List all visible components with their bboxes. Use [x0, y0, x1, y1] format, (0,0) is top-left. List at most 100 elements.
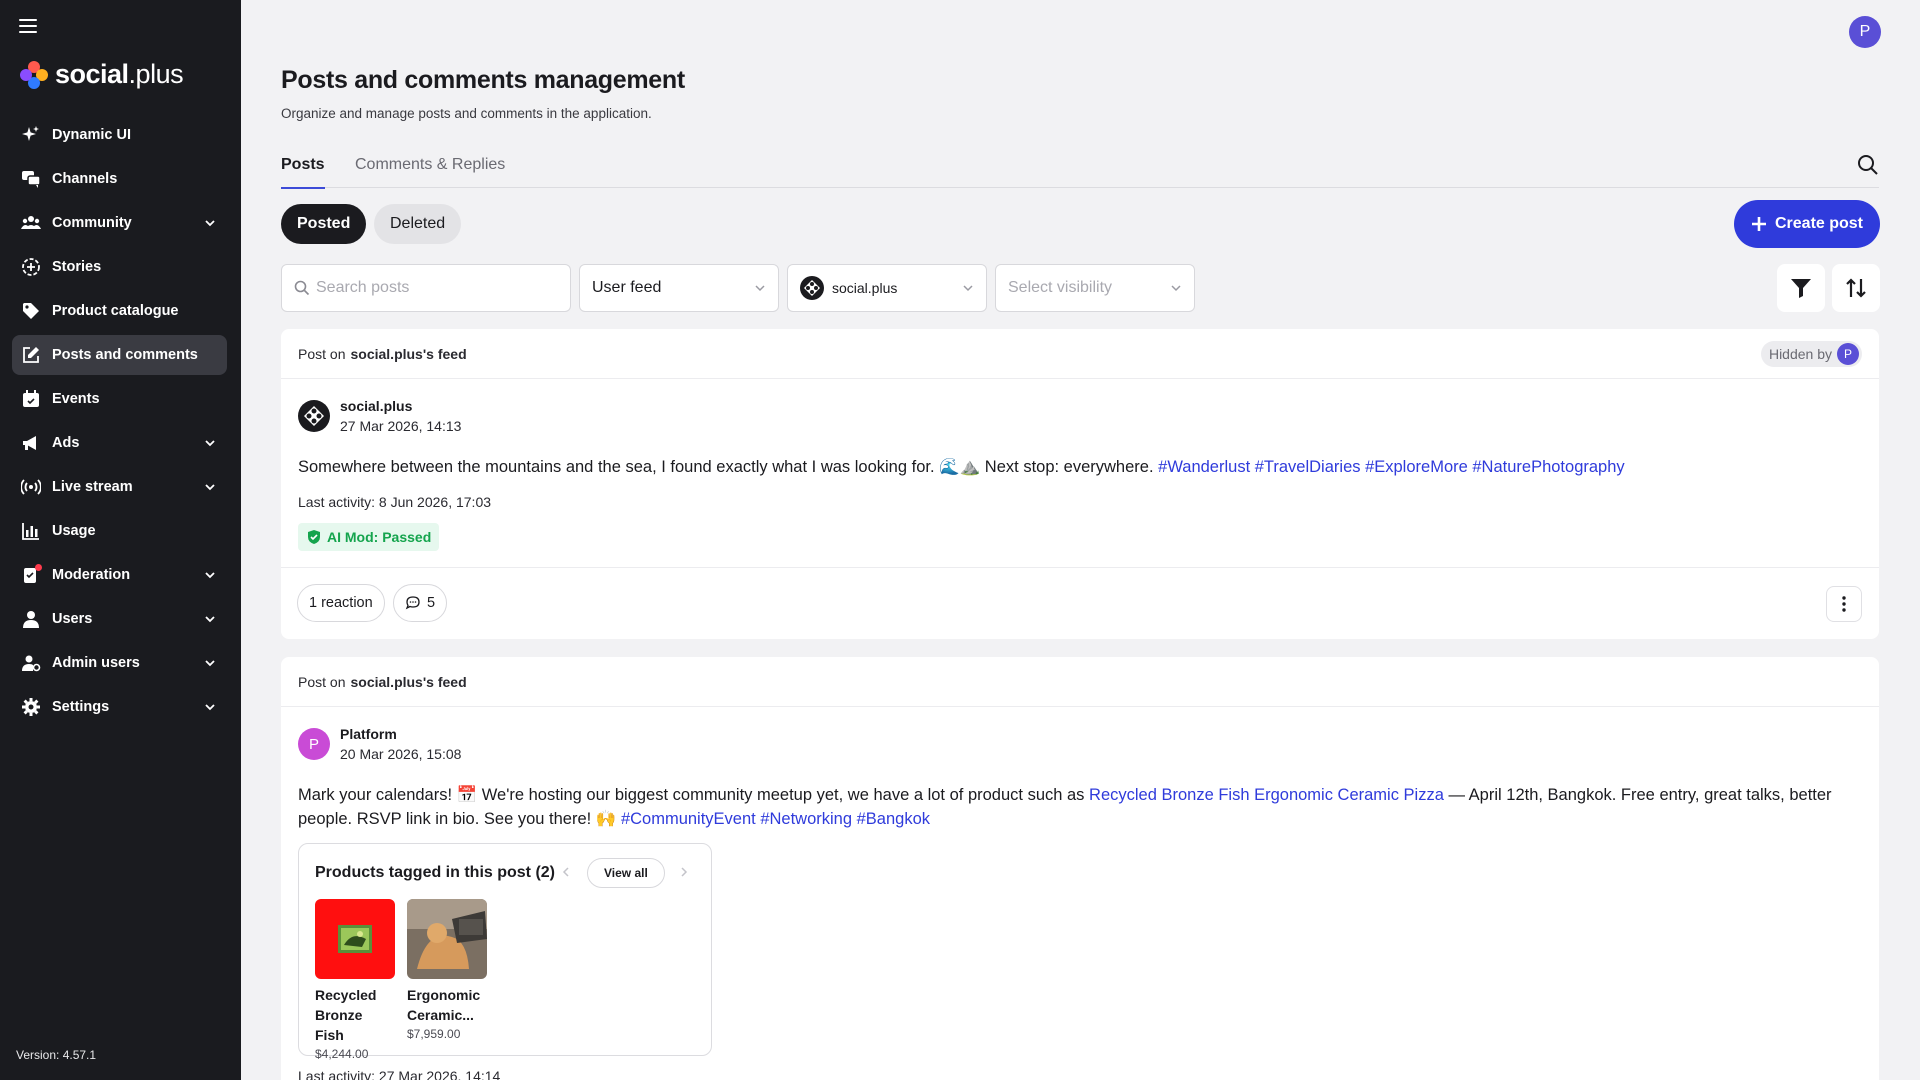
- view-all-button[interactable]: View all: [587, 858, 665, 888]
- author-name[interactable]: Platform: [340, 726, 461, 742]
- notification-dot: [35, 564, 42, 571]
- post-card: Post on social.plus's feed P Platform 20 …: [281, 657, 1879, 1080]
- post-date: 20 Mar 2026, 15:08: [340, 746, 462, 762]
- sidebar-item-moderation[interactable]: Moderation: [12, 555, 227, 595]
- feed-name: social.plus's feed: [350, 345, 467, 362]
- broadcast-icon: [20, 476, 42, 498]
- chevron-down-icon: [755, 285, 765, 292]
- feed-prefix: Post on: [298, 345, 346, 362]
- sidebar-item-label: Admin users: [52, 655, 140, 671]
- sidebar-item-label: Dynamic UI: [52, 127, 131, 143]
- chevron-right-icon[interactable]: [677, 865, 691, 879]
- create-post-label: Create post: [1774, 215, 1864, 232]
- sidebar-item-posts-and-comments[interactable]: Posts and comments: [12, 335, 227, 375]
- tab-bar: Posts Comments & Replies: [281, 150, 1879, 189]
- avatar: P: [1837, 343, 1859, 365]
- avatar[interactable]: P: [1849, 16, 1881, 48]
- post-body-continued: — April 12th, Bangkok. Free entry, great…: [1448, 786, 1832, 804]
- hidden-by-badge: Hidden by P: [1760, 341, 1862, 367]
- admin-user-icon: [20, 652, 42, 674]
- search-placeholder: Search posts: [316, 279, 410, 296]
- sidebar-item-admin-users[interactable]: Admin users: [12, 643, 227, 683]
- sidebar: social.plus Dynamic UI Channels Communit…: [0, 0, 241, 1080]
- search-input[interactable]: Search posts: [281, 264, 571, 312]
- sidebar-item-label: Community: [52, 215, 132, 231]
- sidebar-item-label: Stories: [52, 259, 102, 275]
- logo-mark-icon: [20, 60, 48, 89]
- edit-icon: [20, 344, 42, 366]
- visibility-select[interactable]: Select visibility: [995, 264, 1195, 312]
- page-title: Posts and comments management: [281, 66, 685, 94]
- create-post-button[interactable]: Create post: [1734, 200, 1880, 248]
- sidebar-item-usage[interactable]: Usage: [12, 511, 227, 551]
- chevron-left-icon[interactable]: [559, 865, 573, 879]
- products-title: Products tagged in this post (2): [315, 864, 556, 881]
- post-date: 27 Mar 2026, 14:13: [340, 418, 462, 434]
- product-item[interactable]: Recycled Bronze Fish $4,244.00: [315, 899, 395, 1061]
- chat-icon: [20, 168, 42, 190]
- gear-icon: [20, 696, 42, 718]
- sidebar-item-label: Product catalogue: [52, 303, 179, 319]
- avatar: P: [298, 728, 330, 760]
- hashtags[interactable]: #CommunityEvent #Networking #Bangkok: [621, 810, 930, 828]
- sidebar-item-channels[interactable]: Channels: [12, 159, 227, 199]
- sidebar-item-label: Events: [52, 391, 100, 407]
- author-name[interactable]: social.plus: [340, 398, 461, 414]
- reactions-button[interactable]: 1 reaction: [297, 584, 385, 622]
- product-link[interactable]: Recycled Bronze Fish Ergonomic Ceramic P…: [1089, 786, 1444, 804]
- filter-button[interactable]: [1777, 264, 1825, 312]
- visibility-placeholder: Select visibility: [1008, 279, 1113, 296]
- search-icon: [294, 280, 310, 296]
- tab-comments-replies[interactable]: Comments & Replies: [355, 156, 505, 187]
- chevron-down-icon: [205, 704, 215, 711]
- moderation-icon: [20, 564, 42, 586]
- comments-button[interactable]: 5: [393, 584, 448, 622]
- feed-type-value: User feed: [592, 279, 662, 296]
- menu-icon[interactable]: [19, 19, 37, 35]
- post-footer: 1 reaction 5: [281, 567, 1879, 639]
- bar-chart-icon: [20, 520, 42, 542]
- sidebar-item-dynamic-ui[interactable]: Dynamic UI: [12, 115, 227, 155]
- filter-posted-button[interactable]: Posted: [281, 204, 367, 244]
- ai-mod-badge: AI Mod: Passed: [298, 523, 440, 551]
- chevron-down-icon: [205, 660, 215, 667]
- last-activity: Last activity: 8 Jun 2026, 17:03: [298, 494, 492, 510]
- search-icon[interactable]: [1857, 154, 1879, 176]
- sidebar-item-label: Usage: [52, 523, 96, 539]
- people-icon: [20, 212, 42, 234]
- product-image: [315, 899, 395, 979]
- sidebar-item-ads[interactable]: Ads: [12, 423, 227, 463]
- more-options-button[interactable]: [1826, 586, 1862, 622]
- sidebar-item-settings[interactable]: Settings: [12, 687, 227, 727]
- brand-logo: social.plus: [20, 59, 184, 90]
- sidebar-item-product-catalogue[interactable]: Product catalogue: [12, 291, 227, 331]
- shield-check-icon: [308, 530, 320, 544]
- sidebar-item-label: Posts and comments: [52, 347, 198, 363]
- sidebar-item-label: Moderation: [52, 567, 131, 583]
- filter-deleted-button[interactable]: Deleted: [374, 204, 462, 244]
- stories-icon: [20, 256, 42, 278]
- product-price: $7,959.00: [407, 1027, 461, 1041]
- reactions-count: 1 reaction: [309, 595, 373, 611]
- sidebar-item-users[interactable]: Users: [12, 599, 227, 639]
- chevron-down-icon: [205, 484, 215, 491]
- chevron-down-icon: [1171, 285, 1181, 292]
- sidebar-item-events[interactable]: Events: [12, 379, 227, 419]
- feed-type-select[interactable]: User feed: [579, 264, 779, 312]
- sidebar-item-label: Ads: [52, 435, 80, 451]
- sidebar-item-stories[interactable]: Stories: [12, 247, 227, 287]
- sidebar-item-community[interactable]: Community: [12, 203, 227, 243]
- brand-avatar-icon: [800, 276, 824, 300]
- sidebar-nav: Dynamic UI Channels Community Stories Pr…: [12, 115, 227, 731]
- chevron-down-icon: [205, 572, 215, 579]
- product-item[interactable]: Ergonomic Ceramic... $7,959.00: [407, 899, 487, 1041]
- hashtags[interactable]: #Wanderlust #TravelDiaries #ExploreMore …: [1158, 458, 1625, 476]
- more-vertical-icon: [1842, 596, 1846, 612]
- target-select[interactable]: social.plus: [787, 264, 987, 312]
- post-author: social.plus 27 Mar 2026, 14:13: [298, 398, 461, 434]
- tab-posts[interactable]: Posts: [281, 156, 325, 189]
- sidebar-item-live-stream[interactable]: Live stream: [12, 467, 227, 507]
- calendar-icon: [20, 388, 42, 410]
- post-feed-header: Post on social.plus's feed: [281, 329, 1879, 379]
- sort-button[interactable]: [1832, 264, 1880, 312]
